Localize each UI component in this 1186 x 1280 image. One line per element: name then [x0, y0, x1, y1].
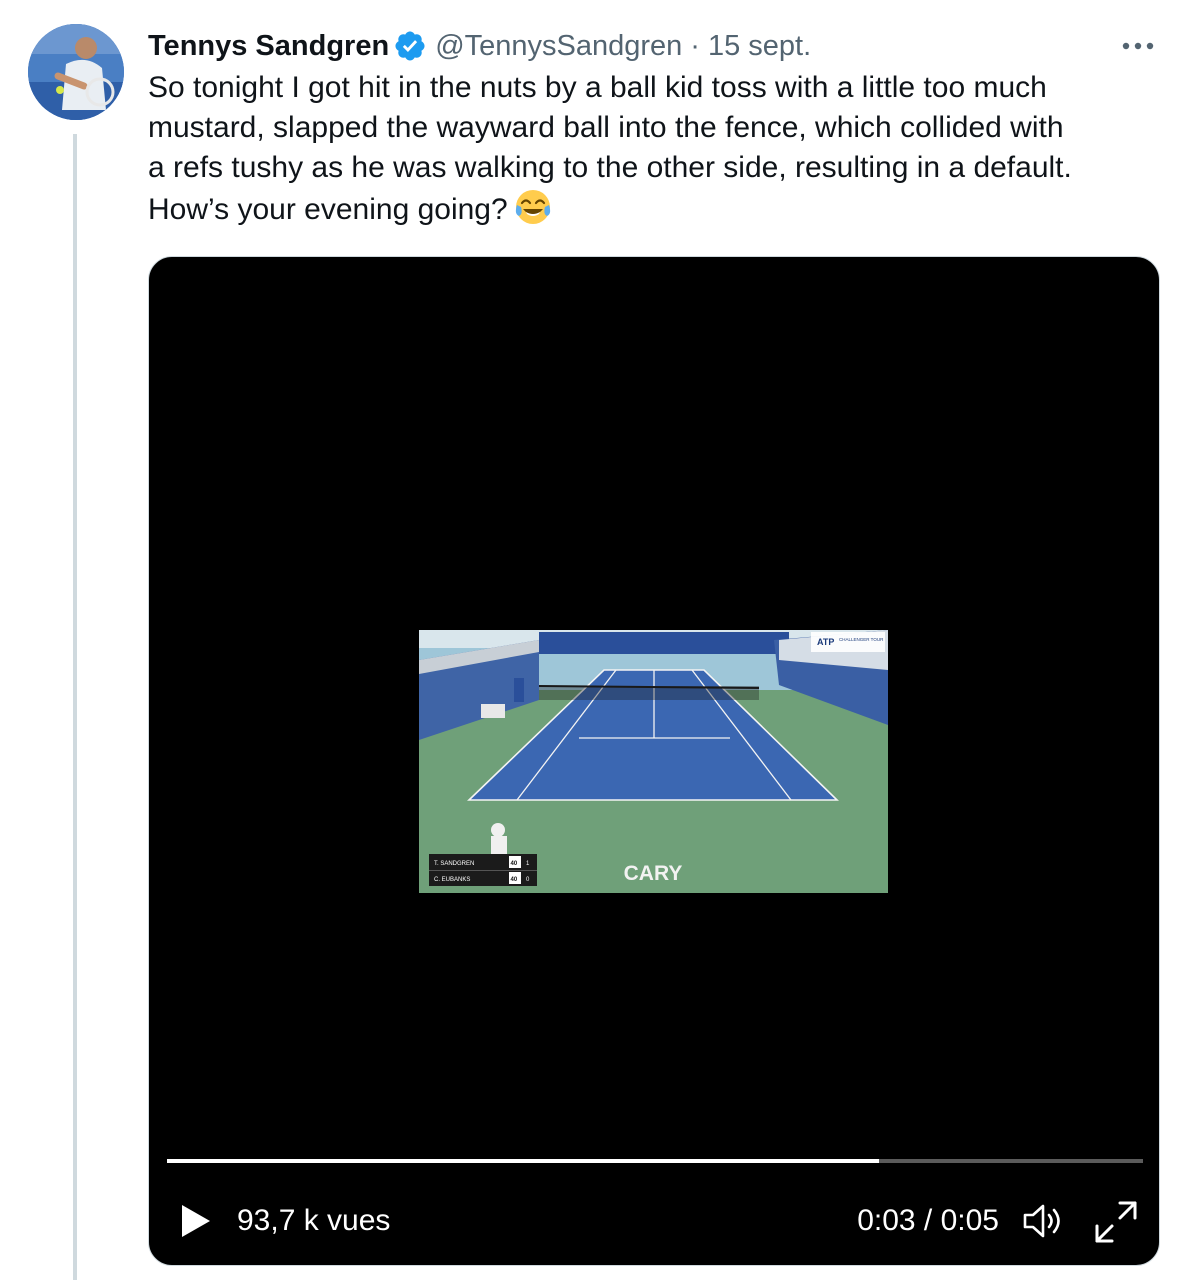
- verified-badge-icon: [393, 29, 427, 63]
- video-player[interactable]: ATP CHALLENGER TOUR T. SANDGREN C. EUBAN…: [148, 256, 1160, 1266]
- tour-label: CHALLENGER TOUR: [839, 637, 884, 642]
- scoreboard-points-1: 40: [511, 861, 518, 867]
- scoreboard-player-1: T. SANDGREN: [434, 861, 474, 867]
- video-controls: 93,7 k vues 0:03 / 0:05: [149, 1193, 1159, 1249]
- author-name[interactable]: Tennys Sandgren: [148, 30, 389, 63]
- tweet-date[interactable]: 15 sept.: [708, 30, 811, 63]
- more-icon[interactable]: [1118, 26, 1158, 66]
- separator-dot: ·: [690, 29, 700, 62]
- tweet: Tennys Sandgren @TennysSandgren · 15 sep…: [0, 0, 1186, 1280]
- scoreboard-player-2: C. EUBANKS: [434, 877, 470, 883]
- sponsor-logo: ATP: [817, 637, 834, 647]
- scoreboard-points-2: 40: [511, 877, 518, 883]
- video-time: 0:03 / 0:05: [857, 1204, 999, 1237]
- view-count: 93,7 k vues: [237, 1204, 391, 1237]
- author-handle[interactable]: @TennysSandgren: [435, 30, 682, 63]
- tweet-line: mustard, slapped the wayward ball into t…: [148, 111, 1064, 144]
- progress-fill: [167, 1159, 880, 1163]
- tweet-text: So tonight I got hit in the nuts by a ba…: [148, 68, 1158, 230]
- video-frame: ATP CHALLENGER TOUR T. SANDGREN C. EUBAN…: [419, 630, 888, 893]
- face-with-tears-of-joy-icon: [514, 188, 552, 226]
- progress-bar[interactable]: [167, 1159, 1143, 1163]
- location-caption: CARY: [624, 862, 683, 885]
- thread-line: [73, 134, 77, 1280]
- tweet-line: So tonight I got hit in the nuts by a ba…: [148, 71, 1047, 104]
- tweet-header: Tennys Sandgren @TennysSandgren · 15 sep…: [148, 26, 1158, 66]
- volume-icon[interactable]: [1021, 1201, 1065, 1241]
- avatar[interactable]: [28, 24, 124, 120]
- tweet-line: How’s your evening going?: [148, 193, 508, 226]
- tweet-line-last: How’s your evening going?: [148, 188, 1158, 230]
- fullscreen-icon[interactable]: [1093, 1199, 1139, 1245]
- tweet-line: a refs tushy as he was walking to the ot…: [148, 151, 1072, 184]
- play-icon[interactable]: [179, 1203, 213, 1239]
